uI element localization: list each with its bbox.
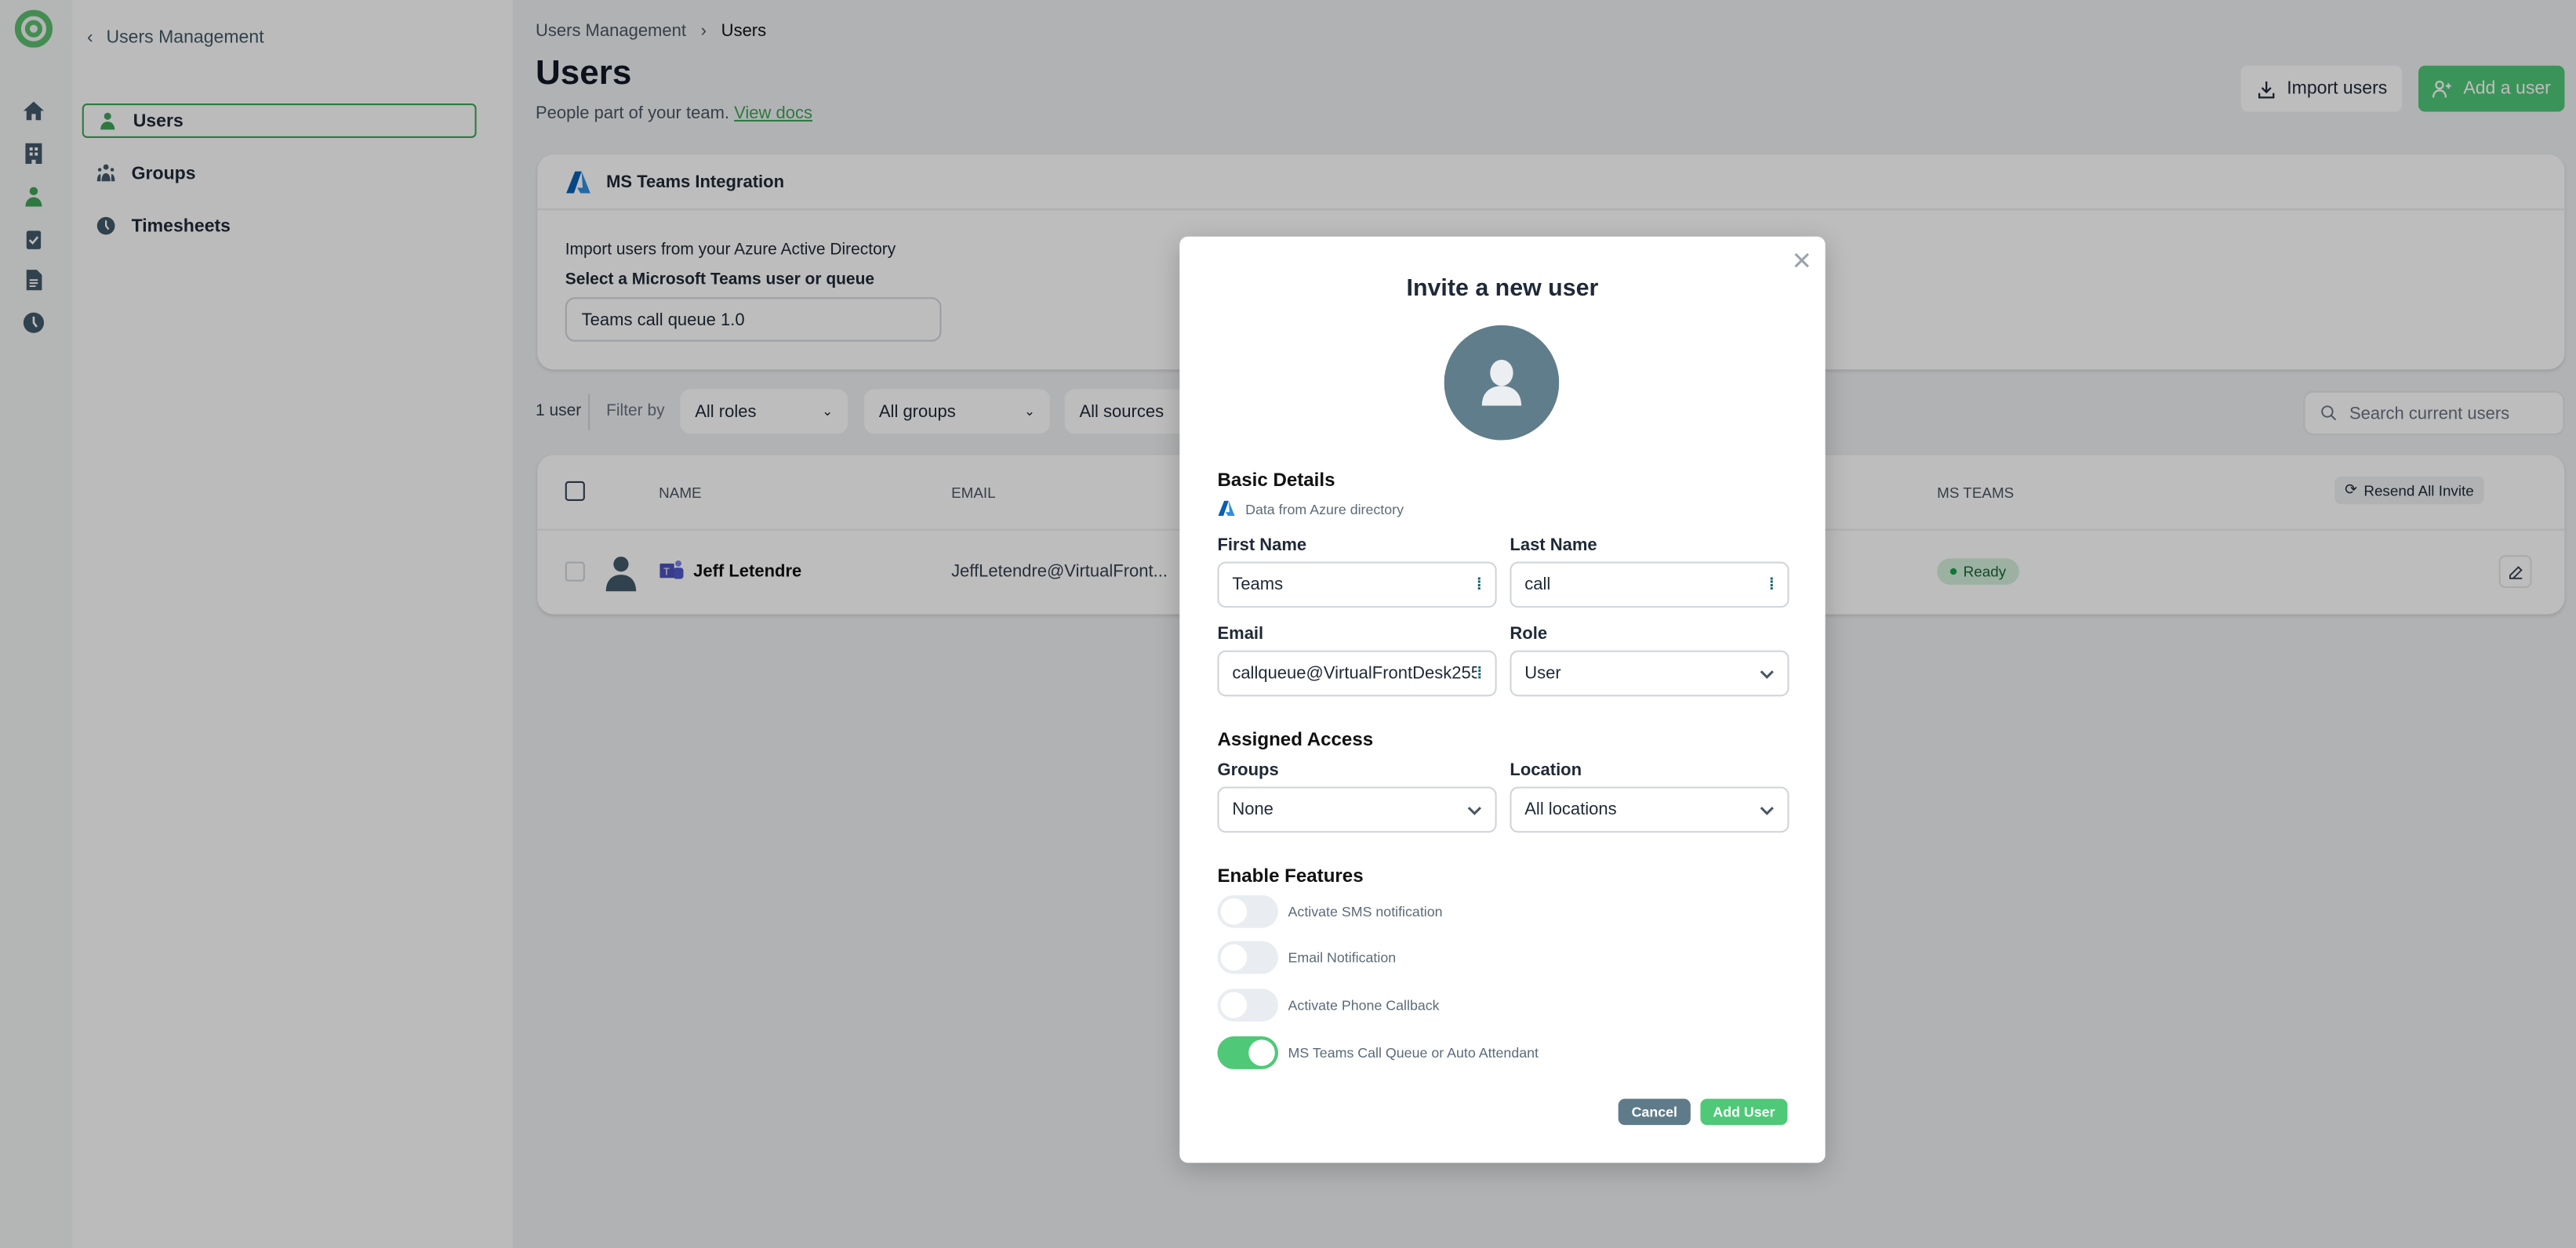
last-name-input[interactable]: call ⁞ bbox=[1510, 561, 1789, 608]
ms-teams-call-queue-toggle[interactable] bbox=[1217, 1036, 1278, 1069]
close-icon[interactable]: ✕ bbox=[1792, 246, 1812, 276]
password-manager-icon[interactable]: ⁞ bbox=[1477, 664, 1482, 682]
cancel-button[interactable]: Cancel bbox=[1618, 1098, 1691, 1126]
location-select[interactable]: All locations bbox=[1510, 786, 1789, 833]
first-name-input[interactable]: Teams ⁞ bbox=[1217, 561, 1497, 608]
sms-notification-toggle[interactable] bbox=[1217, 894, 1278, 928]
add-user-submit-button[interactable]: Add User bbox=[1700, 1098, 1788, 1126]
chevron-down-icon bbox=[1760, 669, 1774, 678]
avatar-placeholder[interactable] bbox=[1444, 325, 1560, 441]
invite-user-modal: ✕ Invite a new user Basic Details Data f… bbox=[1179, 236, 1826, 1163]
email-input[interactable]: callqueue@VirtualFrontDesk255.o ⁞ bbox=[1217, 650, 1497, 697]
chevron-down-icon bbox=[1760, 806, 1774, 814]
modal-title: Invite a new user bbox=[1406, 275, 1599, 303]
role-select[interactable]: User bbox=[1510, 650, 1789, 697]
groups-select[interactable]: None bbox=[1217, 786, 1497, 833]
azure-icon bbox=[1218, 500, 1235, 517]
email-notification-toggle[interactable] bbox=[1217, 941, 1278, 974]
phone-callback-toggle[interactable] bbox=[1217, 989, 1278, 1022]
password-manager-icon[interactable]: ⁞ bbox=[1769, 575, 1775, 593]
chevron-down-icon bbox=[1467, 806, 1481, 814]
password-manager-icon[interactable]: ⁞ bbox=[1477, 575, 1482, 593]
